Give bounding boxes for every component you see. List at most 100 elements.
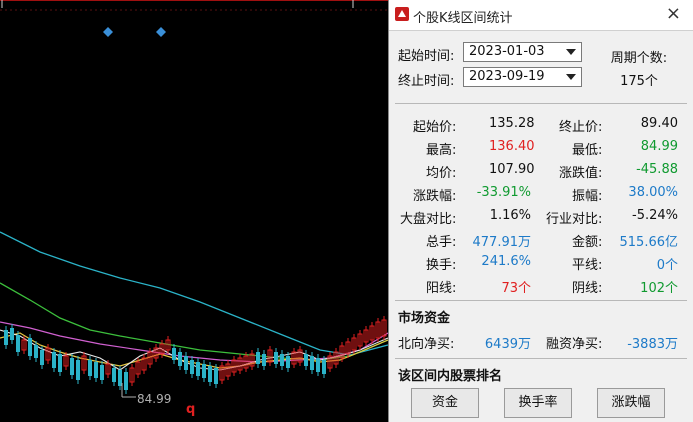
panel-titlebar[interactable]: 个股K线区间统计 ×	[389, 0, 693, 31]
period-count-label: 周期个数:	[610, 51, 668, 66]
avg-price-value: 107.90	[489, 162, 535, 177]
candle-body	[310, 356, 314, 370]
change-value: -45.88	[636, 162, 678, 177]
down-candles-label: 阴线:	[572, 281, 603, 296]
candle-body	[172, 348, 176, 360]
change-value-label: 涨跌值:	[559, 166, 603, 181]
start-time-label: 起始时间:	[398, 49, 455, 64]
candle-body	[196, 362, 200, 376]
divider-bottom	[395, 358, 687, 359]
close-icon[interactable]: ×	[666, 3, 681, 24]
candle-body	[208, 366, 212, 382]
northbound-value: 6439万	[484, 337, 531, 352]
low-value: 84.99	[640, 139, 678, 154]
down-candles-value: 102个	[640, 281, 678, 296]
end-time-select[interactable]: 2023-09-19	[463, 67, 582, 87]
rank-by-turnover-button[interactable]: 换手率	[504, 388, 572, 418]
low-price-label: 84.99	[137, 392, 172, 406]
candle-body	[4, 330, 8, 345]
candle-body	[10, 328, 14, 340]
margin-label: 融资净买:	[546, 337, 603, 352]
start-time-select[interactable]: 2023-01-03	[463, 42, 582, 62]
start-price-value: 135.28	[489, 116, 535, 131]
candle-body	[256, 352, 260, 364]
low-price-marker: q	[186, 402, 196, 417]
candle-body	[58, 354, 62, 372]
divider-top	[395, 103, 687, 104]
change-pct-label: 涨跌幅:	[413, 189, 457, 204]
turnover-value: 241.6%	[481, 254, 531, 269]
candlestick-group	[4, 316, 387, 394]
candle-body	[94, 362, 98, 378]
kline-range-stats-panel: 个股K线区间统计 × 起始时间: 2023-01-03 终止时间: 2023-0…	[388, 0, 693, 422]
app-logo-icon	[395, 7, 409, 21]
rank-by-change-button[interactable]: 涨跌幅	[597, 388, 665, 418]
candle-body	[202, 364, 206, 378]
ma-line-green	[0, 282, 388, 361]
end-time-value: 2023-09-19	[469, 69, 545, 84]
rank-by-funds-button[interactable]: 资金	[411, 388, 479, 418]
candle-body	[88, 360, 92, 376]
flat-value: 0个	[656, 258, 678, 273]
period-count-box: 周期个数: 175个	[598, 43, 680, 89]
vs-industry-label: 行业对比:	[546, 212, 603, 227]
candle-body	[16, 335, 20, 352]
turnover-label: 换手:	[426, 258, 457, 273]
candle-body	[112, 368, 116, 382]
candle-body	[40, 350, 44, 365]
candle-body	[52, 352, 56, 368]
northbound-label: 北向净买:	[398, 337, 455, 352]
candle-body	[184, 356, 188, 370]
amount-label: 金额:	[572, 235, 603, 250]
ranking-header: 该区间内股票排名	[398, 369, 503, 384]
volume-value: 477.91万	[472, 235, 532, 250]
candle-body	[262, 354, 266, 366]
candle-body	[280, 354, 284, 366]
candle-body	[100, 365, 104, 380]
candle-body	[70, 358, 74, 375]
vs-industry-value: -5.24%	[632, 208, 678, 223]
start-time-dropdown-icon	[566, 49, 576, 55]
flat-label: 平线:	[572, 258, 603, 273]
candle-body	[124, 372, 128, 390]
candle-body	[274, 352, 278, 364]
panel-title: 个股K线区间统计	[413, 11, 513, 26]
up-candles-label: 阳线:	[426, 281, 457, 296]
amplitude-label: 振幅:	[572, 189, 603, 204]
vs-market-value: 1.16%	[489, 208, 531, 223]
end-price-label: 终止价:	[559, 120, 603, 135]
amplitude-value: 38.00%	[628, 185, 678, 200]
range-start-diamond	[103, 27, 113, 37]
ma-line-cyan	[0, 231, 388, 356]
candle-body	[322, 360, 326, 374]
range-end-diamond	[156, 27, 166, 37]
kline-chart[interactable]: 84.99 q	[0, 0, 388, 422]
amount-value: 515.66亿	[619, 235, 679, 250]
divider-middle	[395, 300, 687, 301]
candle-body	[190, 360, 194, 374]
candle-body	[214, 368, 218, 384]
candle-body	[316, 358, 320, 372]
high-label: 最高:	[426, 143, 457, 158]
candle-body	[28, 338, 32, 356]
vs-market-label: 大盘对比:	[400, 212, 457, 227]
end-price-value: 89.40	[640, 116, 678, 131]
start-price-label: 起始价:	[413, 120, 457, 135]
margin-value: -3883万	[627, 337, 678, 352]
kline-chart-canvas[interactable]	[0, 0, 388, 422]
period-count-value: 175个	[620, 74, 658, 89]
candle-body	[178, 352, 182, 366]
candle-body	[286, 356, 290, 368]
market-funds-header: 市场资金	[398, 311, 451, 326]
start-time-value: 2023-01-03	[469, 44, 545, 59]
end-time-label: 终止时间:	[398, 74, 455, 89]
change-pct-value: -33.91%	[476, 185, 531, 200]
avg-price-label: 均价:	[426, 166, 457, 181]
volume-label: 总手:	[426, 235, 457, 250]
up-candles-value: 73个	[501, 281, 531, 296]
high-value: 136.40	[489, 139, 535, 154]
candle-body	[76, 360, 80, 380]
candle-body	[118, 370, 122, 386]
end-time-dropdown-icon	[566, 74, 576, 80]
candle-body	[34, 345, 38, 358]
